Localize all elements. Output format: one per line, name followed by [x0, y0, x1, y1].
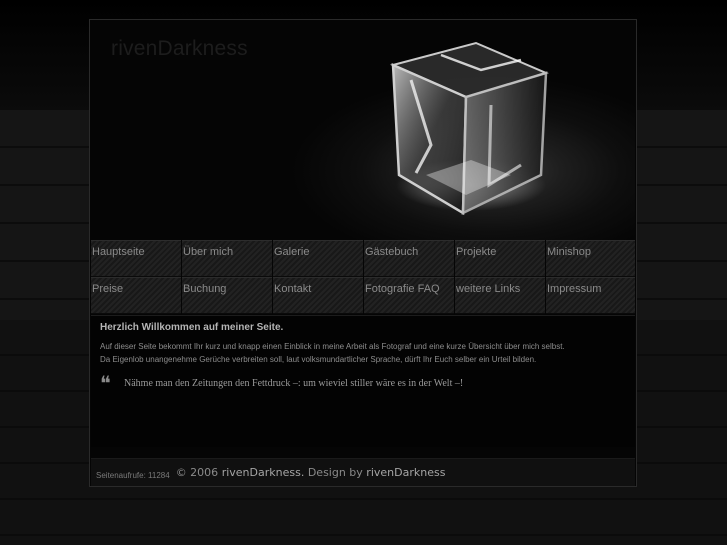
header-banner: rivenDarkness: [91, 21, 635, 240]
nav-item-weitere-links[interactable]: weitere Links: [455, 277, 545, 314]
nav-item-ueber-mich[interactable]: Über mich: [182, 240, 272, 277]
main-content: Herzlich Willkommen auf meiner Seite. Au…: [91, 315, 635, 447]
nav-row-2: Preise Buchung Kontakt Fotografie FAQ we…: [91, 277, 635, 314]
nav-item-hauptseite[interactable]: Hauptseite: [91, 240, 181, 277]
main-navigation: Hauptseite Über mich Galerie Gästebuch P…: [91, 240, 635, 314]
nav-item-fotografie-faq[interactable]: Fotografie FAQ: [364, 277, 454, 314]
copyright-name: rivenDarkness.: [221, 466, 305, 479]
nav-item-kontakt[interactable]: Kontakt: [273, 277, 363, 314]
glass-cube-image: [389, 41, 549, 216]
quote-block: ❝ Nähme man den Zeitungen den Fettdruck …: [100, 371, 626, 395]
nav-item-impressum[interactable]: Impressum: [546, 277, 635, 314]
site-frame: rivenDarkness Hauptseite Über mich Galer…: [89, 19, 637, 487]
nav-item-minishop[interactable]: Minishop: [546, 240, 635, 277]
nav-item-galerie[interactable]: Galerie: [273, 240, 363, 277]
site-logo[interactable]: rivenDarkness: [111, 37, 248, 61]
quote-icon: ❝: [100, 371, 111, 395]
intro-text-1: Auf dieser Seite bekommt Ihr kurz und kn…: [100, 342, 565, 351]
footer: Seitenaufrufe: 11284 © 2006 rivenDarknes…: [91, 458, 635, 486]
visit-counter: Seitenaufrufe: 11284: [96, 471, 170, 480]
intro-text-2: Da Eigenlob unangenehme Gerüche verbreit…: [100, 354, 537, 364]
nav-item-preise[interactable]: Preise: [91, 277, 181, 314]
nav-item-gaestebuch[interactable]: Gästebuch: [364, 240, 454, 277]
copyright-year: © 2006: [175, 466, 219, 479]
design-by-label: Design by: [307, 466, 363, 479]
quote-text: Nähme man den Zeitungen den Fettdruck –:…: [124, 377, 464, 389]
designer-name: rivenDarkness: [366, 466, 446, 479]
nav-item-buchung[interactable]: Buchung: [182, 277, 272, 314]
copyright: © 2006 rivenDarkness. Design by rivenDar…: [176, 466, 446, 479]
welcome-heading: Herzlich Willkommen auf meiner Seite.: [100, 322, 284, 333]
nav-row-1: Hauptseite Über mich Galerie Gästebuch P…: [91, 240, 635, 277]
nav-item-projekte[interactable]: Projekte: [455, 240, 545, 277]
